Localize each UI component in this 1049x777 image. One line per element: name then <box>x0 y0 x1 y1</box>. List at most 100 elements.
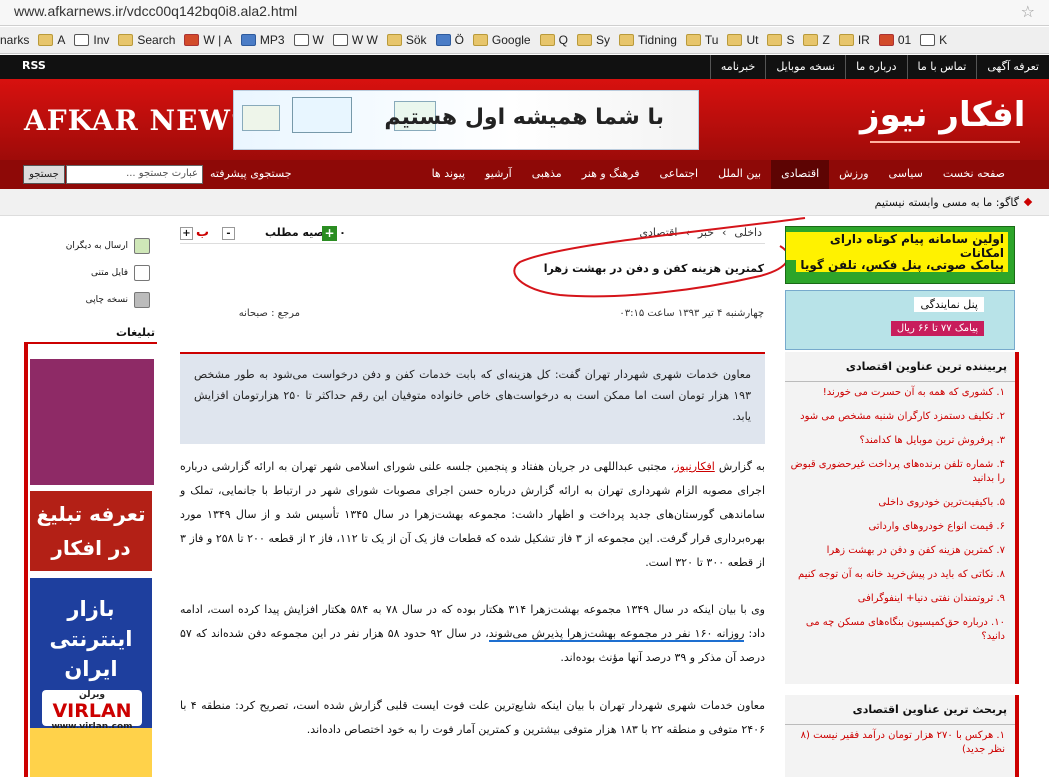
print-version[interactable]: نسخه چاپی <box>40 286 150 313</box>
bookmark-item[interactable]: narks <box>0 33 29 47</box>
ads-header: تبلیغات <box>24 326 157 344</box>
ad-rates-link[interactable]: تعرفه آگهی <box>976 55 1049 79</box>
breadcrumb-economy[interactable]: اقتصادی <box>639 226 677 239</box>
url-text[interactable]: www.afkarnews.ir/vdcc00q142bq0i8.ala2.ht… <box>14 3 297 19</box>
most-discussed-header: پربحث ترین عناوین اقتصادی <box>785 695 1015 725</box>
nav-sports[interactable]: ورزش <box>829 160 878 189</box>
nav-social[interactable]: اجتماعی <box>649 160 708 189</box>
send-to-friends[interactable]: ارسال به دیگران <box>40 232 150 259</box>
bookmark-item[interactable]: A <box>38 33 65 47</box>
rss-link[interactable]: RSS <box>22 59 46 72</box>
bookmark-item[interactable]: K <box>920 33 947 47</box>
article-paragraph: وی با بیان اینکه در سال ۱۳۴۹ مجموعه بهشت… <box>180 603 766 664</box>
ad-virlan-title: بازار اینترنتی ایران <box>49 597 133 681</box>
bookmark-item[interactable]: Tu <box>685 33 718 47</box>
logo-persian[interactable]: افکار نیوز <box>860 95 1025 135</box>
list-item[interactable]: ۸. نکاتی که باید در پیش‌خرید خانه به آن … <box>789 568 1005 582</box>
ad-sms-panel[interactable]: اولین سامانه پیام کوتاه دارای امکانات پی… <box>785 226 1015 284</box>
list-item[interactable]: ۶. قیمت انواع خودروهای وارداتی <box>789 520 1005 534</box>
ad-reseller-panel[interactable]: پنل نمایندگی پیامک ۷۷ تا ۶۶ ریال <box>785 290 1015 350</box>
breadcrumb-domestic[interactable]: داخلی <box>734 226 762 239</box>
nav-home[interactable]: صفحه نخست <box>933 160 1015 189</box>
font-decrease-button[interactable]: - <box>222 227 235 240</box>
folder-icon <box>576 34 592 46</box>
folder-icon <box>618 34 634 46</box>
printer-icon <box>134 291 150 308</box>
contact-link[interactable]: تماس با ما <box>906 55 977 79</box>
bookmark-item[interactable]: Z <box>803 33 830 47</box>
mobile-link[interactable]: نسخه موبایل <box>765 55 845 79</box>
news-ticker: گاگو: ما به مسی وابسته نیستیم <box>0 189 1049 216</box>
header-banner[interactable]: با شما همیشه اول هستیم <box>233 90 699 150</box>
article-source: مرجع : صبحانه <box>238 308 300 319</box>
list-item[interactable]: ۲. تکلیف دستمزد کارگران شنبه مشخص می شود <box>789 410 1005 424</box>
nav-archive[interactable]: آرشیو <box>475 160 522 189</box>
ad-tariff[interactable]: تعرفه تبلیغ در افکار نیوز <box>30 491 152 594</box>
folder-icon <box>472 34 488 46</box>
bookmark-item[interactable]: MP3 <box>240 33 285 47</box>
list-item[interactable]: ۳. پرفروش ترین موبایل ها کدامند؟ <box>789 434 1005 448</box>
bookmark-item[interactable]: Sy <box>576 33 610 47</box>
bookmark-star-icon[interactable]: ☆ <box>1021 2 1035 21</box>
bookmark-item[interactable]: IR <box>838 33 870 47</box>
bookmark-item[interactable]: W | A <box>184 33 232 47</box>
about-link[interactable]: درباره ما <box>845 55 906 79</box>
newsletter-link[interactable]: خبرنامه <box>709 55 765 79</box>
ad-sms-line1: اولین سامانه پیام کوتاه دارای امکانات <box>786 232 1008 260</box>
ticker-text[interactable]: گاگو: ما به مسی وابسته نیستیم <box>875 196 1019 209</box>
bookmark-item[interactable]: 01 <box>878 33 911 47</box>
bookmark-item[interactable]: W <box>293 33 324 47</box>
breadcrumb-news[interactable]: خبر <box>698 226 714 239</box>
folder-icon <box>539 34 555 46</box>
folder-icon <box>38 34 54 46</box>
search-button[interactable]: جستجو <box>23 165 65 184</box>
mp3-icon <box>240 34 256 46</box>
send-icon <box>134 237 150 254</box>
bookmark-item[interactable]: S <box>767 33 794 47</box>
bookmark-item[interactable]: Ut <box>727 33 758 47</box>
ad-purple[interactable] <box>30 359 154 485</box>
list-item[interactable]: ۴. شماره تلفن برنده‌های پرداخت غیرحضوری … <box>789 458 1005 486</box>
ad-reseller-line1: پنل نمایندگی <box>914 297 984 312</box>
nav-international[interactable]: بین الملل <box>708 160 771 189</box>
nav-economy[interactable]: اقتصادی <box>771 160 830 189</box>
search-input[interactable]: عبارت جستجو ... <box>66 165 203 184</box>
bookmark-item[interactable]: Q <box>539 33 568 47</box>
ad-virlan[interactable]: بازار اینترنتی ایران ویرلن VIRLAN www.virl… <box>30 578 152 777</box>
bookmark-item[interactable]: W W <box>332 33 378 47</box>
bookmarks-bar: narks A Inv Search W | A MP3 W W W Sök Ö… <box>0 27 1049 54</box>
logo-english[interactable]: AFKAR NEWS <box>24 104 252 137</box>
list-item[interactable]: ۷. کمترین هزینه کفن و دفن در بهشت زهرا <box>789 544 1005 558</box>
list-item[interactable]: ۱. هرکس با ۲۷۰ هزار تومان درآمد فقیر نیس… <box>789 729 1005 757</box>
list-item[interactable]: ۱. کشوری که همه به آن حسرت می خورند! <box>789 386 1005 400</box>
font-increase-button[interactable]: + <box>180 227 193 240</box>
text-file[interactable]: فایل متنی <box>40 259 150 286</box>
bookmark-item[interactable]: Inv <box>74 33 109 47</box>
advanced-search-link[interactable]: جستجوی پیشرفته <box>210 167 292 180</box>
nav-culture[interactable]: فرهنگ و هنر <box>572 160 650 189</box>
bookmark-item[interactable]: Sök <box>386 33 427 47</box>
main-nav: صفحه نخست سیاسی ورزش اقتصادی بین الملل ا… <box>0 160 1049 189</box>
list-item[interactable]: ۹. ثروتمندان نفتی دنیا+ اینفوگرافی <box>789 592 1005 606</box>
list-item[interactable]: ۱۰. درباره حق‌کمیسیون بنگاه‌های مسکن چه … <box>789 616 1005 644</box>
article-title: کمترین هزینه کفن و دفن در بهشت زهرا <box>543 262 764 275</box>
recommend-plus-icon[interactable]: + <box>322 226 337 241</box>
bookmark-item[interactable]: Google <box>472 33 531 47</box>
font-label: ب <box>196 225 210 240</box>
ad-reseller-line2: پیامک ۷۷ تا ۶۶ ریال <box>890 321 984 336</box>
bookmark-item[interactable]: Search <box>118 33 175 47</box>
nav-links[interactable]: پیوند ها <box>422 160 476 189</box>
flag-image <box>292 97 352 133</box>
address-bar[interactable]: www.afkarnews.ir/vdcc00q142bq0i8.ala2.ht… <box>0 0 1049 26</box>
top-links-bar: RSS تعرفه آگهی تماس با ما درباره ما نسخه… <box>0 55 1049 79</box>
bookmark-item[interactable]: Ö <box>435 33 464 47</box>
most-viewed-panel: پربیننده ترین عناوین اقتصادی ۱. کشوری که… <box>785 352 1019 684</box>
list-item[interactable]: ۵. باکیفیت‌ترین خودروی داخلی <box>789 496 1005 510</box>
bookmark-item[interactable]: Tidning <box>618 33 677 47</box>
document-icon <box>134 264 150 281</box>
nav-religion[interactable]: مذهبی <box>522 160 572 189</box>
afkarnews-link[interactable]: افکارنیوز <box>674 460 714 473</box>
nav-politics[interactable]: سیاسی <box>879 160 933 189</box>
site-icon <box>878 34 894 46</box>
article-tools: ارسال به دیگران فایل متنی نسخه چاپی <box>40 232 150 313</box>
